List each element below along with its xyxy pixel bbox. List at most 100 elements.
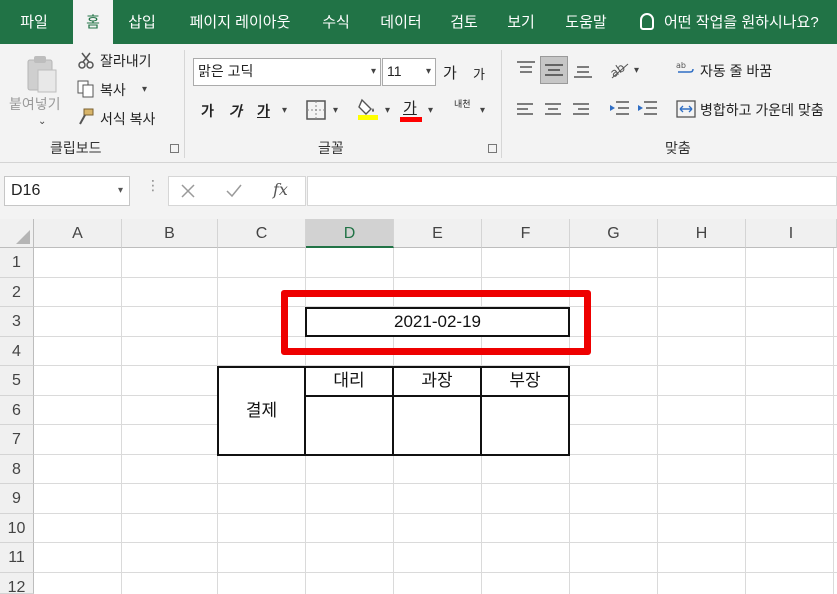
row-header-8[interactable]: 8 (0, 455, 34, 484)
tab-view[interactable]: 보기 (501, 0, 541, 44)
align-bottom-icon[interactable] (573, 64, 593, 80)
tab-file[interactable]: 파일 (7, 0, 61, 44)
font-color-letter: 가 (403, 100, 417, 117)
row-header-6[interactable]: 6 (0, 396, 34, 425)
column-header-h[interactable]: H (658, 219, 746, 248)
ribbon: 붙여넣기 ⌄ 잘라내기 복사 ▾ 서식 복사 클립보드 맑은 고딕 ▾ 11 ▾… (0, 44, 837, 163)
wrap-text-button[interactable]: 자동 줄 바꿈 (700, 61, 772, 81)
paste-label: 붙여넣기 (9, 96, 61, 112)
name-box[interactable]: D16 ▾ (4, 176, 130, 206)
enter-check-icon[interactable] (226, 184, 242, 198)
row-header-9[interactable]: 9 (0, 484, 34, 514)
font-size-dropdown-arrow[interactable]: ▾ (426, 60, 431, 84)
tab-formulas[interactable]: 수식 (314, 0, 358, 44)
font-color-swatch (400, 117, 422, 122)
tab-help[interactable]: 도움말 (558, 0, 614, 44)
align-right-icon[interactable] (572, 102, 590, 116)
tab-insert[interactable]: 삽입 (122, 0, 162, 44)
align-middle-button[interactable] (540, 56, 568, 84)
approver-sign-cell[interactable] (480, 395, 570, 456)
column-header-d[interactable]: D (306, 219, 394, 248)
svg-text:ab: ab (676, 61, 686, 70)
gridline (34, 542, 837, 543)
bold-button[interactable]: 가 (201, 101, 214, 121)
paste-icon (27, 56, 57, 93)
column-header-f[interactable]: F (482, 219, 570, 248)
column-header-g[interactable]: G (570, 219, 658, 248)
formula-buttons: fx (168, 176, 306, 206)
font-dialog-launcher[interactable] (488, 144, 497, 153)
cut-button[interactable]: 잘라내기 (100, 51, 152, 71)
align-left-icon[interactable] (516, 102, 534, 116)
increase-indent-icon[interactable] (636, 100, 658, 118)
tell-me-search[interactable]: 어떤 작업을 원하시나요? (640, 0, 819, 44)
shrink-font-button[interactable]: 가 (473, 64, 485, 83)
copy-button[interactable]: 복사 (100, 80, 126, 100)
italic-button[interactable]: 가 (229, 101, 242, 121)
underline-button[interactable]: 가 (257, 101, 270, 121)
column-header-b[interactable]: B (122, 219, 218, 248)
tab-page-layout[interactable]: 페이지 레이아웃 (178, 0, 302, 44)
row-header-1[interactable]: 1 (0, 248, 34, 278)
grow-font-button[interactable]: 가 (443, 62, 457, 83)
row-header-5[interactable]: 5 (0, 366, 34, 396)
font-size-box[interactable]: 11 ▾ (382, 58, 436, 86)
align-middle-icon (545, 64, 563, 76)
font-color-dropdown-arrow[interactable]: ▾ (428, 105, 433, 116)
format-painter-button[interactable]: 서식 복사 (100, 109, 155, 129)
approver-header-cell[interactable]: 부장 (480, 366, 570, 397)
underline-dropdown-arrow[interactable]: ▾ (282, 105, 287, 116)
scissors-icon (78, 52, 94, 69)
phonetic-guide-button[interactable]: 내천 (454, 99, 472, 109)
row-header-11[interactable]: 11 (0, 543, 34, 573)
paste-dropdown-arrow: ⌄ (38, 116, 47, 127)
column-header-e[interactable]: E (394, 219, 482, 248)
borders-icon[interactable] (306, 100, 326, 120)
font-name-dropdown-arrow[interactable]: ▾ (371, 60, 376, 84)
cancel-icon[interactable] (181, 184, 195, 198)
approver-header-cell[interactable]: 과장 (392, 366, 482, 397)
formula-input[interactable] (307, 176, 837, 206)
select-all-button[interactable] (0, 219, 34, 248)
decrease-indent-icon[interactable] (608, 100, 630, 118)
approver-sign-cell[interactable] (304, 395, 394, 456)
tab-home[interactable]: 홈 (73, 0, 113, 44)
tell-me-text: 어떤 작업을 원하시나요? (664, 14, 819, 31)
column-header-i[interactable]: I (746, 219, 837, 248)
fill-color-icon[interactable] (357, 96, 379, 120)
formula-bar-grip-icon[interactable]: ⋮ (146, 178, 160, 198)
merge-center-button[interactable]: 병합하고 가운데 맞춤 (700, 100, 824, 120)
row-header-3[interactable]: 3 (0, 307, 34, 337)
orientation-dropdown-arrow[interactable]: ▾ (634, 65, 639, 76)
row-header-12[interactable]: 12 (0, 573, 34, 594)
row-header-2[interactable]: 2 (0, 278, 34, 307)
row-header-10[interactable]: 10 (0, 514, 34, 543)
font-group-label: 글꼴 (318, 140, 344, 156)
clipboard-dialog-launcher[interactable] (170, 144, 179, 153)
ribbon-tab-bar: 파일 홈 삽입 페이지 레이아웃 수식 데이터 검토 보기 도움말 어떤 작업을… (0, 0, 837, 44)
alignment-group-label: 맞춤 (665, 140, 691, 156)
approval-label-cell[interactable]: 결제 (217, 366, 306, 456)
tab-data[interactable]: 데이터 (373, 0, 429, 44)
phonetic-dropdown-arrow[interactable]: ▾ (480, 105, 485, 116)
clipboard-group-label: 클립보드 (50, 140, 102, 156)
merge-center-icon (676, 100, 696, 118)
column-header-a[interactable]: A (34, 219, 122, 248)
copy-dropdown-arrow[interactable]: ▾ (142, 84, 147, 95)
name-box-dropdown-arrow[interactable]: ▾ (118, 177, 123, 205)
insert-function-button[interactable]: fx (273, 180, 288, 199)
borders-dropdown-arrow[interactable]: ▾ (333, 105, 338, 116)
gridline (34, 483, 837, 484)
approver-header-cell[interactable]: 대리 (304, 366, 394, 397)
approver-sign-cell[interactable] (392, 395, 482, 456)
column-header-c[interactable]: C (218, 219, 306, 248)
tab-review[interactable]: 검토 (444, 0, 484, 44)
font-name-box[interactable]: 맑은 고딕 ▾ (193, 58, 381, 86)
worksheet-grid[interactable]: A B C D E F G H I 1 2 3 4 5 6 7 8 9 10 1… (0, 219, 837, 594)
align-center-icon[interactable] (544, 102, 562, 116)
row-header-4[interactable]: 4 (0, 337, 34, 366)
orientation-icon[interactable]: ab (608, 58, 630, 80)
row-header-7[interactable]: 7 (0, 425, 34, 455)
fill-color-dropdown-arrow[interactable]: ▾ (385, 105, 390, 116)
align-top-icon[interactable] (516, 60, 536, 76)
